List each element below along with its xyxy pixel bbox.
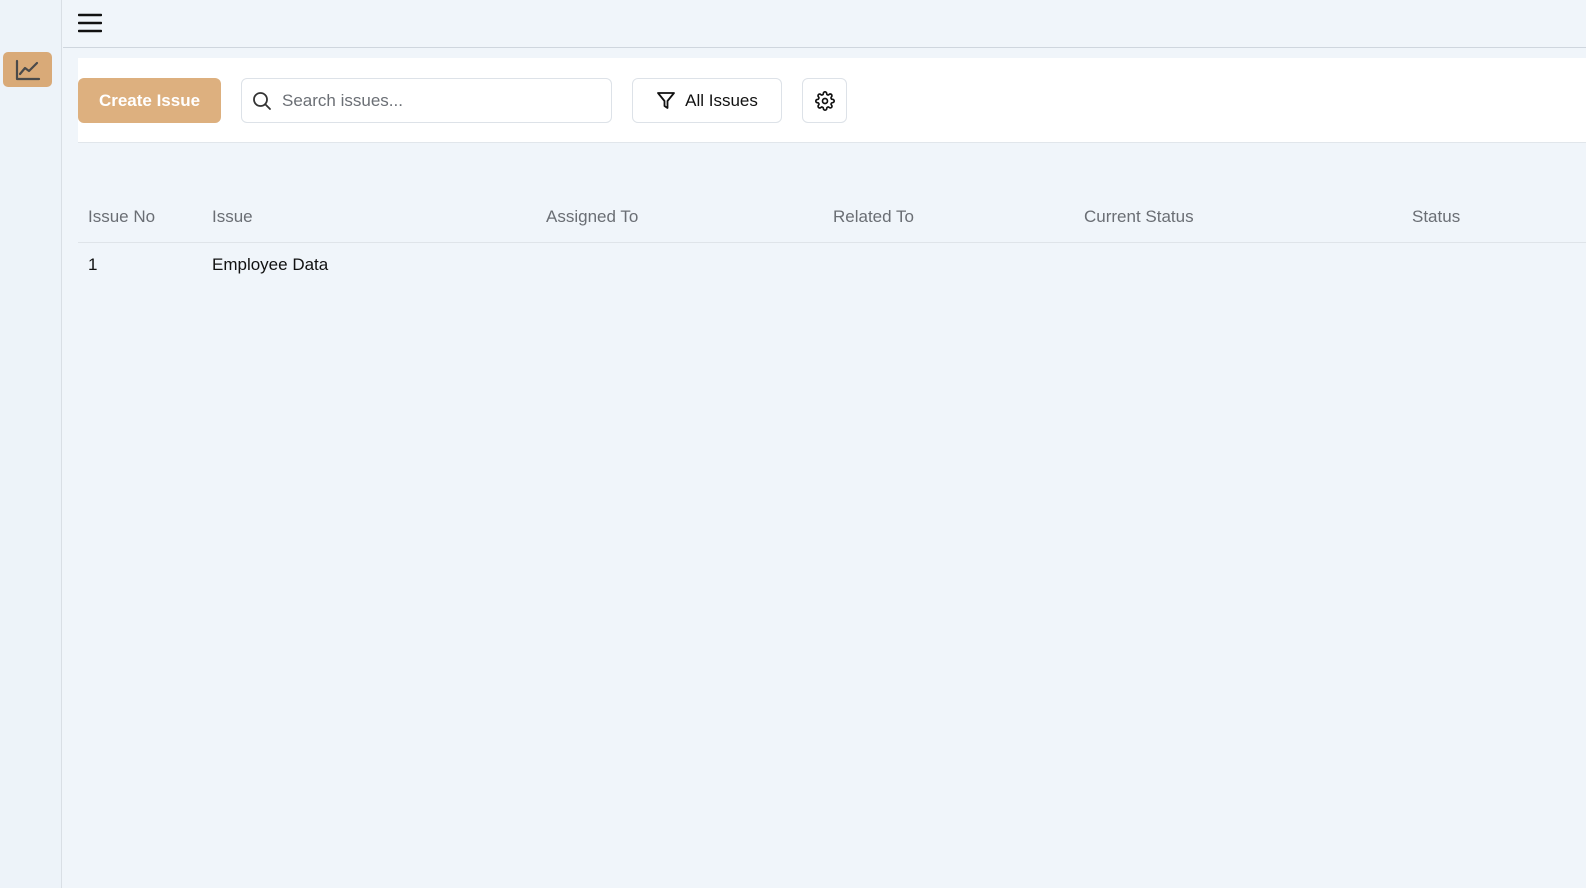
search-icon [252, 91, 272, 111]
filter-label: All Issues [685, 90, 758, 110]
cell-issue-no: 1 [88, 255, 98, 274]
column-header-assigned-to[interactable]: Assigned To [546, 207, 638, 227]
hamburger-menu-icon [78, 13, 102, 33]
column-header-related-to[interactable]: Related To [833, 207, 914, 227]
table-header: Issue No Issue Assigned To Related To Cu… [78, 192, 1586, 243]
sidebar [0, 0, 62, 888]
column-header-current-status[interactable]: Current Status [1084, 207, 1194, 227]
column-header-issue-no[interactable]: Issue No [88, 207, 155, 227]
table-row[interactable]: 1 Employee Data [78, 243, 1586, 289]
top-bar [63, 0, 1586, 48]
search-box[interactable] [241, 78, 612, 123]
menu-button[interactable] [77, 10, 103, 36]
column-header-status[interactable]: Status [1412, 207, 1460, 227]
cell-issue: Employee Data [212, 255, 329, 274]
line-chart-icon [15, 59, 40, 80]
column-header-issue[interactable]: Issue [212, 207, 253, 227]
issues-table: Issue No Issue Assigned To Related To Cu… [78, 192, 1586, 289]
settings-button[interactable] [802, 78, 847, 123]
gear-icon [814, 90, 835, 111]
sidebar-item-analytics[interactable] [3, 52, 52, 87]
app-root: Create Issue All Issues Iss [0, 0, 1586, 888]
issues-toolbar: Create Issue All Issues [78, 58, 1586, 143]
filter-button[interactable]: All Issues [632, 78, 782, 123]
filter-icon [657, 91, 676, 109]
search-input[interactable] [282, 90, 592, 111]
create-issue-button[interactable]: Create Issue [78, 78, 221, 123]
